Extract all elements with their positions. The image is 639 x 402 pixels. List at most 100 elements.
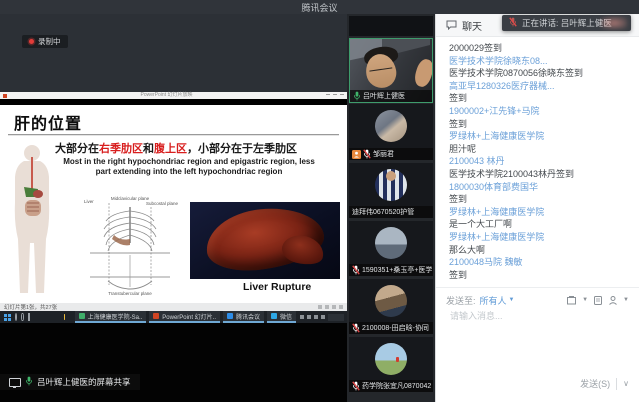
toast-mic-icon bbox=[509, 15, 517, 31]
app-icon bbox=[271, 313, 277, 319]
slide-heading-segment: ，小部分在于左季肋区 bbox=[187, 143, 297, 155]
task-view-icon[interactable] bbox=[28, 313, 30, 321]
participant-tile[interactable]: 1590351+桑玉亭+医学... bbox=[349, 221, 433, 276]
screen-share-banner: 吕叶辉上健医的屏幕共享 bbox=[0, 374, 140, 390]
chat-sender: 2100048马院 魏敏 bbox=[449, 256, 626, 269]
participant-tile[interactable]: 吕叶辉上健医 bbox=[349, 38, 433, 103]
participant-label: 吕叶辉上健医 bbox=[350, 90, 432, 102]
tray-clock bbox=[328, 314, 344, 321]
anatomy-body-figure bbox=[2, 143, 62, 301]
screenshot-icon[interactable] bbox=[566, 295, 577, 306]
send-to-dropdown[interactable]: 所有人 ▼ bbox=[480, 294, 515, 307]
participant-strip: 吕叶辉上健医 邹丽君迪拜伟0670520护管 1590351+桑玉亭+医学...… bbox=[347, 14, 435, 402]
chat-message: 签到 bbox=[449, 92, 626, 105]
chevron-down-icon[interactable]: ▼ bbox=[623, 297, 629, 303]
taskbar-app[interactable]: 上海健康医学院-Sa.. bbox=[75, 311, 147, 323]
member-icon[interactable] bbox=[608, 295, 618, 306]
slide-title: 肝的位置 bbox=[14, 110, 82, 134]
speaking-toast: 正在讲话: 吕叶辉上健医 bbox=[502, 15, 631, 31]
chat-toolbar: ▼ ▼ bbox=[566, 295, 629, 306]
ppt-statusbar: 幻灯片第1张，共27张 bbox=[0, 303, 347, 311]
ppt-statusbar-icons[interactable] bbox=[318, 305, 343, 309]
system-tray[interactable] bbox=[300, 314, 344, 321]
chat-message: 医学技术学院0870056徐晓东签到 bbox=[449, 67, 626, 80]
window-title: 腾讯会议 bbox=[301, 1, 337, 14]
muted-mic-icon bbox=[509, 17, 517, 27]
chat-sender: 2100043 林丹 bbox=[449, 155, 626, 168]
chat-bubble-icon bbox=[446, 20, 457, 30]
ppt-window-controls[interactable] bbox=[326, 94, 344, 98]
send-to-label: 发送至: bbox=[446, 294, 476, 307]
taskbar-app[interactable]: PowerPoint 幻灯片.. bbox=[149, 311, 220, 323]
shared-screen-area: 录制中 PowerPoint 幻灯片放映 肝的位置 大部分在右季肋区和腹上区，小… bbox=[0, 14, 347, 402]
recording-badge[interactable]: 录制中 bbox=[22, 35, 68, 48]
participant-tile[interactable]: 迪拜伟0670520护管 bbox=[349, 163, 433, 218]
participant-tile[interactable] bbox=[349, 16, 433, 36]
window-titlebar: 腾讯会议 bbox=[0, 0, 639, 14]
participant-name: 邹丽君 bbox=[373, 149, 394, 159]
app-icon bbox=[79, 313, 85, 319]
participant-name: 迪拜伟0670520护管 bbox=[352, 207, 414, 217]
participant-label: 邹丽君 bbox=[349, 148, 433, 160]
chat-sender: 罗绿林+上海健康医学院 bbox=[449, 206, 626, 219]
slide-heading: 大部分在右季肋区和腹上区，小部分在于左季肋区 bbox=[55, 140, 297, 156]
chat-divider bbox=[436, 287, 639, 288]
participant-avatar bbox=[375, 343, 407, 375]
participant-tile[interactable]: 邹丽君 bbox=[349, 104, 433, 160]
blur-redaction bbox=[601, 17, 627, 29]
send-options-caret[interactable]: ∨ bbox=[623, 379, 629, 388]
svg-text:Transtubercular plane: Transtubercular plane bbox=[108, 291, 152, 296]
chat-sender: 罗绿林+上海健康医学院 bbox=[449, 231, 626, 244]
chat-sender: 医学技术学院徐晓东08... bbox=[449, 55, 626, 68]
muted-mic-icon bbox=[352, 265, 360, 275]
chat-message: 胆汁呢 bbox=[449, 143, 626, 156]
anatomy-planes-diagram: Liver Midclavicular plane Subcostal plan… bbox=[78, 195, 182, 297]
search-icon[interactable] bbox=[15, 313, 17, 321]
chat-message-list: 2000029签到医学技术学院徐晓东08...医学技术学院0870056徐晓东签… bbox=[436, 36, 639, 281]
taskbar-app[interactable]: 腾讯会议 bbox=[223, 311, 264, 323]
slide-english-text: Most in the right hypochondriac region a… bbox=[48, 157, 330, 176]
participant-label: 2100008-田启晗-协同 bbox=[349, 322, 433, 334]
slide-heading-segment: 右季肋区 bbox=[99, 143, 143, 155]
chat-message: 那么大啊 bbox=[449, 244, 626, 257]
svg-text:Liver: Liver bbox=[84, 199, 94, 204]
screen-letterbox bbox=[0, 323, 347, 402]
slide: 肝的位置 大部分在右季肋区和腹上区，小部分在于左季肋区 Most in the … bbox=[0, 105, 347, 303]
send-button[interactable]: 发送(S) bbox=[580, 377, 610, 390]
muted-mic-icon bbox=[352, 323, 360, 333]
participant-label: 迪拜伟0670520护管 bbox=[349, 206, 433, 218]
chat-message: 医学技术学院2100043林丹签到 bbox=[449, 168, 626, 181]
chat-input[interactable] bbox=[448, 310, 627, 322]
participant-tile[interactable]: 药学院张宜凡0870042 bbox=[349, 337, 433, 392]
cortana-icon[interactable] bbox=[21, 313, 23, 321]
participant-avatar bbox=[375, 110, 407, 142]
slide-caption: Liver Rupture bbox=[243, 281, 311, 293]
chat-sender: 1900002+江先锋+马院 bbox=[449, 105, 626, 118]
send-to-row: 发送至: 所有人 ▼ ▼ ▼ bbox=[436, 291, 639, 309]
chevron-down-icon[interactable]: ▼ bbox=[582, 297, 588, 303]
participant-label: 1590351+桑玉亭+医学... bbox=[349, 264, 433, 276]
chat-history-icon[interactable] bbox=[593, 295, 603, 306]
start-button-icon[interactable] bbox=[4, 314, 11, 321]
monitor-icon bbox=[9, 378, 21, 387]
chat-message: 签到 bbox=[449, 118, 626, 131]
taskbar-app[interactable]: 微信 bbox=[267, 311, 296, 323]
recording-label: 录制中 bbox=[38, 36, 61, 47]
share-mic-icon bbox=[25, 376, 33, 388]
chevron-down-icon: ▼ bbox=[509, 297, 515, 303]
liver-photo bbox=[190, 202, 340, 279]
taskbar-app-label: 微信 bbox=[280, 312, 292, 321]
slide-position-label: 幻灯片第1张，共27张 bbox=[4, 303, 57, 311]
taskbar-app-label: 腾讯会议 bbox=[236, 312, 260, 321]
send-row: 发送(S) ∨ bbox=[580, 377, 629, 390]
participant-tile[interactable]: 2100008-田启晗-协同 bbox=[349, 279, 433, 334]
chat-message: 签到 bbox=[449, 193, 626, 206]
recording-dot-icon bbox=[29, 39, 34, 44]
participant-avatar bbox=[375, 227, 407, 259]
svg-text:Midclavicular plane: Midclavicular plane bbox=[111, 196, 150, 201]
participant-name: 吕叶辉上健医 bbox=[363, 91, 405, 101]
chat-sender: 罗绿林+上海健康医学院 bbox=[449, 130, 626, 143]
slide-heading-segment: 和 bbox=[143, 143, 154, 155]
muted-mic-icon bbox=[352, 381, 360, 391]
app-icon bbox=[227, 313, 233, 319]
